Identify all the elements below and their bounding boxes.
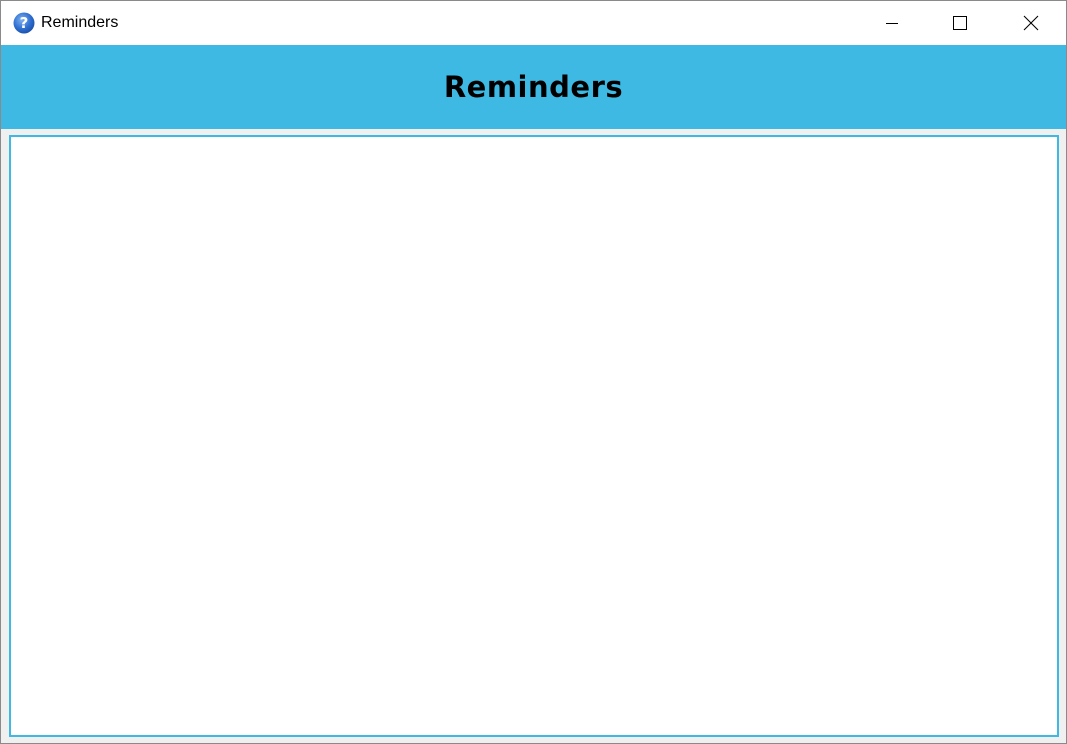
page-title: Reminders [443, 70, 624, 104]
close-button[interactable] [1008, 1, 1054, 45]
header-banner: Reminders [1, 45, 1066, 129]
maximize-button[interactable] [937, 1, 983, 45]
title-bar[interactable]: ? Reminders [1, 1, 1066, 45]
reminders-list-panel[interactable] [9, 135, 1059, 737]
reminders-window: ? Reminders Reminders [0, 0, 1067, 744]
minimize-icon [886, 23, 898, 24]
maximize-icon [953, 16, 967, 30]
window-title: Reminders [41, 14, 119, 31]
svg-text:?: ? [20, 14, 29, 32]
close-icon [1023, 15, 1039, 31]
minimize-button[interactable] [869, 1, 915, 45]
help-question-icon: ? [13, 12, 35, 34]
